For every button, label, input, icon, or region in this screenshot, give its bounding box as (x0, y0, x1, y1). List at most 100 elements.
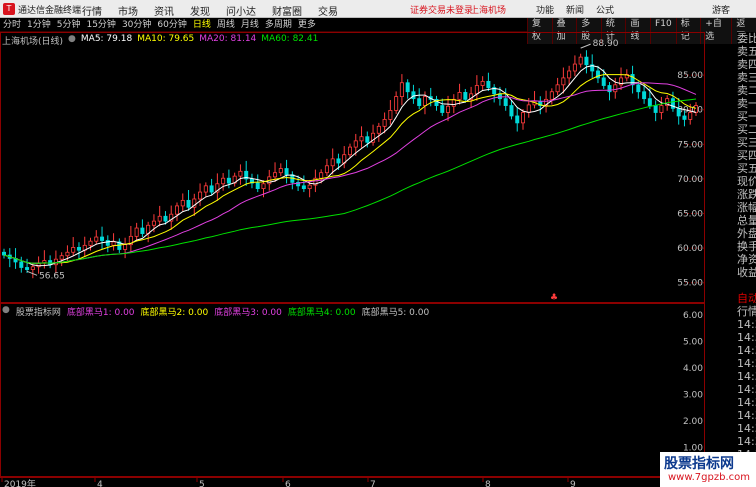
candle-body[interactable] (30, 266, 35, 270)
candle-body[interactable] (567, 70, 572, 79)
candle-body[interactable] (561, 77, 566, 86)
candle-body[interactable] (676, 107, 681, 117)
menu-item-news[interactable]: 资讯 (146, 2, 182, 19)
candle-body[interactable] (76, 247, 81, 251)
candle-body[interactable] (140, 227, 145, 234)
candle-body[interactable] (186, 199, 191, 208)
candle-body[interactable] (319, 172, 324, 179)
candle-body[interactable] (642, 91, 647, 100)
menu-item-function[interactable]: 功能 (530, 3, 560, 16)
candle-body[interactable] (446, 105, 451, 113)
candle-body[interactable] (382, 119, 387, 127)
candle-body[interactable] (463, 92, 468, 100)
candle-body[interactable] (376, 125, 381, 134)
candle-body[interactable] (180, 199, 185, 207)
candle-body[interactable] (630, 74, 635, 86)
candle-body[interactable] (71, 247, 76, 253)
candle-body[interactable] (394, 96, 399, 111)
period-tab-multi[interactable]: 多周期 (262, 19, 295, 31)
period-tab-intraday[interactable]: 分时 (0, 19, 24, 31)
candle-body[interactable] (65, 251, 70, 257)
menu-item-formula[interactable]: 公式 (590, 3, 620, 16)
login-warning[interactable]: 证券交易未登录 (410, 3, 473, 16)
candle-body[interactable] (209, 185, 214, 193)
candle-body[interactable] (647, 98, 652, 106)
menu-item-quotes[interactable]: 行情 (74, 2, 110, 19)
candle-body[interactable] (607, 85, 612, 93)
candle-body[interactable] (273, 172, 278, 178)
candle-body[interactable] (330, 158, 335, 167)
candle-body[interactable] (359, 136, 364, 142)
candle-body[interactable] (174, 205, 179, 215)
candle-body[interactable] (694, 105, 699, 113)
candle-body[interactable] (226, 177, 231, 184)
candle-body[interactable] (526, 104, 531, 113)
candle-body[interactable] (203, 185, 208, 193)
candle-body[interactable] (134, 227, 139, 237)
kline-chart[interactable]: 85.0080.0075.0070.0065.0060.0055.006.005… (0, 32, 705, 487)
menu-item-ask[interactable]: 问小达 (218, 2, 264, 19)
candle-body[interactable] (417, 98, 422, 106)
candle-body[interactable] (19, 261, 24, 268)
candle-body[interactable] (521, 112, 526, 124)
period-tab-monthly[interactable]: 月线 (238, 19, 262, 31)
candle-body[interactable] (221, 177, 226, 185)
candle-body[interactable] (399, 82, 404, 97)
candle-body[interactable] (659, 105, 664, 113)
candle-body[interactable] (284, 168, 289, 176)
candle-body[interactable] (123, 244, 128, 250)
candle-body[interactable] (405, 82, 410, 93)
guest-user[interactable]: 游客 (712, 3, 730, 16)
event-marker-icon[interactable]: ♣ (550, 293, 558, 303)
candle-body[interactable] (105, 240, 110, 246)
candle-body[interactable] (572, 63, 577, 72)
candle-body[interactable] (255, 182, 260, 190)
candle-body[interactable] (198, 191, 203, 200)
candle-body[interactable] (157, 215, 162, 222)
period-tab-weekly[interactable]: 周线 (214, 19, 238, 31)
candle-body[interactable] (688, 112, 693, 120)
candle-body[interactable] (353, 140, 358, 148)
menu-item-news-right[interactable]: 新闻 (560, 3, 590, 16)
period-tab-60min[interactable]: 60分钟 (154, 19, 189, 31)
candle-body[interactable] (422, 96, 427, 106)
candle-body[interactable] (365, 136, 370, 143)
period-tab-30min[interactable]: 30分钟 (119, 19, 154, 31)
candle-body[interactable] (163, 215, 168, 222)
candle-body[interactable] (474, 85, 479, 95)
menu-item-market[interactable]: 市场 (110, 2, 146, 19)
candle-body[interactable] (480, 80, 485, 86)
candle-body[interactable] (151, 220, 156, 226)
candle-body[interactable] (111, 241, 116, 246)
candle-body[interactable] (682, 115, 687, 120)
candle-body[interactable] (440, 105, 445, 113)
candle-body[interactable] (238, 170, 243, 177)
candle-body[interactable] (601, 77, 606, 86)
candle-body[interactable] (2, 251, 7, 256)
candle-body[interactable] (613, 84, 618, 93)
candle-body[interactable] (636, 84, 641, 93)
candle-body[interactable] (336, 158, 341, 164)
period-tab-1min[interactable]: 1分钟 (24, 19, 54, 31)
candle-body[interactable] (411, 91, 416, 100)
candle-body[interactable] (301, 185, 306, 190)
candle-body[interactable] (278, 168, 283, 174)
candle-body[interactable] (515, 115, 520, 124)
menu-item-wealth[interactable]: 财富圈 (264, 2, 310, 19)
period-tab-more[interactable]: 更多 (295, 19, 319, 31)
menu-item-trade[interactable]: 交易 (310, 2, 346, 19)
period-tab-15min[interactable]: 15分钟 (83, 19, 118, 31)
candle-body[interactable] (584, 56, 589, 66)
chart-area[interactable]: 85.00 80.00 75.00 70.00 65.00 60.00 55.00 6.00 5… (0, 32, 705, 487)
candle-body[interactable] (261, 183, 266, 190)
sub-legend-dot-icon[interactable]: ● (2, 305, 10, 318)
candle-body[interactable] (578, 56, 583, 65)
candle-body[interactable] (555, 84, 560, 93)
candle-body[interactable] (324, 165, 329, 174)
candle-body[interactable] (503, 98, 508, 106)
candle-body[interactable] (59, 255, 64, 260)
candle-body[interactable] (88, 240, 93, 246)
period-tab-daily[interactable]: 日线 (190, 19, 214, 31)
candle-body[interactable] (25, 267, 30, 270)
period-tab-5min[interactable]: 5分钟 (54, 19, 84, 31)
